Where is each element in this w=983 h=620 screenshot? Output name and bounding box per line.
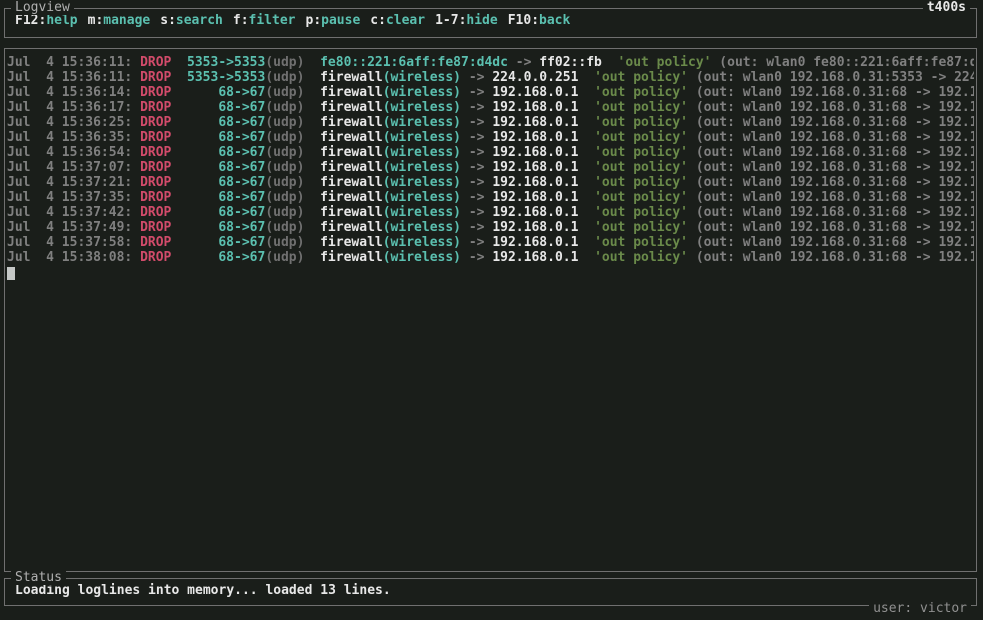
menu-key[interactable]: m: [88, 13, 104, 28]
menu-action[interactable]: clear [386, 13, 425, 28]
status-panel: Status Loading loglines into memory... l… [4, 578, 977, 606]
menu-key[interactable]: s: [160, 13, 176, 28]
menu-action[interactable]: filter [249, 13, 296, 28]
log-line: Jul 4 15:36:25: DROP 68->67(udp) firewal… [7, 115, 974, 130]
log-line: Jul 4 15:37:58: DROP 68->67(udp) firewal… [7, 235, 974, 250]
cursor [7, 267, 15, 280]
menu-key[interactable]: F12: [15, 13, 46, 28]
status-text: Loading loglines into memory... loaded 1… [5, 579, 976, 598]
host-label: t400s [923, 0, 970, 15]
menu-key[interactable]: F10: [508, 13, 539, 28]
menu-key[interactable]: f: [233, 13, 249, 28]
log-line: Jul 4 15:36:11: DROP 5353->5353(udp) fe8… [7, 55, 974, 70]
log-line: Jul 4 15:36:17: DROP 68->67(udp) firewal… [7, 100, 974, 115]
panel-title-logview: Logview [11, 0, 74, 15]
log-line: Jul 4 15:37:07: DROP 68->67(udp) firewal… [7, 160, 974, 175]
menu-key[interactable]: 1-7: [435, 13, 466, 28]
menu-key[interactable]: p: [306, 13, 322, 28]
menu-action[interactable]: hide [466, 13, 497, 28]
menubar-panel: Logview t400s F12:help m:manage s:search… [4, 8, 977, 38]
menu-action[interactable]: help [46, 13, 77, 28]
log-line: Jul 4 15:37:35: DROP 68->67(udp) firewal… [7, 190, 974, 205]
log-line: Jul 4 15:38:08: DROP 68->67(udp) firewal… [7, 250, 974, 265]
user-label: user: victor [869, 601, 971, 616]
menu-action[interactable]: search [176, 13, 223, 28]
log-line: Jul 4 15:36:54: DROP 68->67(udp) firewal… [7, 145, 974, 160]
menu-action[interactable]: back [539, 13, 570, 28]
menu-action[interactable]: pause [321, 13, 360, 28]
log-line: Jul 4 15:36:14: DROP 68->67(udp) firewal… [7, 85, 974, 100]
log-line: Jul 4 15:37:42: DROP 68->67(udp) firewal… [7, 205, 974, 220]
log-area[interactable]: Jul 4 15:36:11: DROP 5353->5353(udp) fe8… [4, 48, 977, 572]
menu-action[interactable]: manage [103, 13, 150, 28]
menubar: F12:help m:manage s:search f:filter p:pa… [5, 9, 976, 28]
menu-key[interactable]: c: [370, 13, 386, 28]
log-line: Jul 4 15:37:49: DROP 68->67(udp) firewal… [7, 220, 974, 235]
log-line: Jul 4 15:36:11: DROP 5353->5353(udp) fir… [7, 70, 974, 85]
log-line: Jul 4 15:36:35: DROP 68->67(udp) firewal… [7, 130, 974, 145]
log-line: Jul 4 15:37:21: DROP 68->67(udp) firewal… [7, 175, 974, 190]
panel-title-status: Status [11, 570, 66, 585]
